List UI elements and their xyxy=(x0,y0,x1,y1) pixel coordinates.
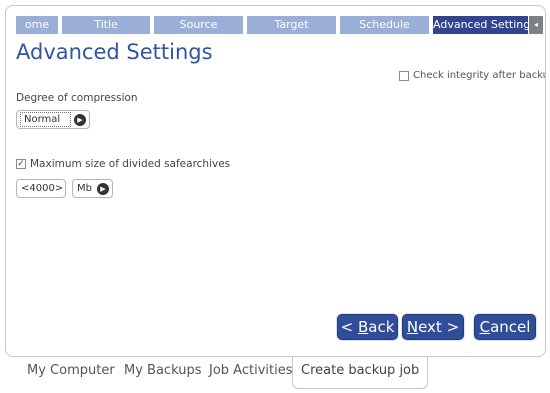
unit-select[interactable]: Mb ▶ xyxy=(72,179,113,198)
tab-job-activities[interactable]: Job Activities xyxy=(209,363,292,378)
scroll-left-icon[interactable]: ◂ xyxy=(528,16,543,34)
wizard-steps-bar: ome Title Source Target Schedule Advance… xyxy=(16,16,543,34)
page-title: Advanced Settings xyxy=(16,40,213,64)
chevron-right-icon: ▶ xyxy=(74,113,86,126)
step-advanced-settings[interactable]: Advanced Settings xyxy=(433,16,528,34)
step-source[interactable]: Source xyxy=(154,16,243,34)
max-size-checkbox[interactable]: ✓ xyxy=(16,159,26,169)
step-title[interactable]: Title xyxy=(62,16,150,34)
bottom-tab-bar: My Computer My Backups Job Activities Cr… xyxy=(0,357,550,393)
compression-select[interactable]: Normal ▶ xyxy=(16,110,90,129)
chevron-right-icon: ▶ xyxy=(97,182,109,195)
tab-my-computer[interactable]: My Computer xyxy=(27,363,115,378)
check-integrity-checkbox[interactable] xyxy=(399,70,409,81)
decrement-button[interactable]: < xyxy=(21,180,29,197)
step-target[interactable]: Target xyxy=(247,16,336,34)
step-schedule[interactable]: Schedule xyxy=(340,16,429,34)
wizard-panel: ome Title Source Target Schedule Advance… xyxy=(5,5,546,357)
max-size-value: 4000 xyxy=(29,183,55,194)
compression-label: Degree of compression xyxy=(16,92,138,104)
increment-button[interactable]: > xyxy=(55,180,63,197)
compression-value: Normal xyxy=(20,112,71,127)
max-size-label: Maximum size of divided safearchives xyxy=(30,158,231,170)
next-button[interactable]: Next > xyxy=(402,314,464,340)
step-home[interactable]: ome xyxy=(16,16,58,34)
check-integrity-label: Check integrity after backup xyxy=(413,70,546,81)
unit-value: Mb xyxy=(77,183,92,194)
max-size-option[interactable]: ✓ Maximum size of divided safearchives xyxy=(16,158,230,170)
tab-create-backup-job[interactable]: Create backup job xyxy=(292,357,429,389)
check-integrity-option[interactable]: Check integrity after backup xyxy=(399,70,546,81)
back-button[interactable]: < Back xyxy=(337,314,398,340)
tab-my-backups[interactable]: My Backups xyxy=(124,363,201,378)
max-size-stepper[interactable]: < 4000 > xyxy=(16,179,66,198)
cancel-button[interactable]: Cancel xyxy=(474,314,536,340)
